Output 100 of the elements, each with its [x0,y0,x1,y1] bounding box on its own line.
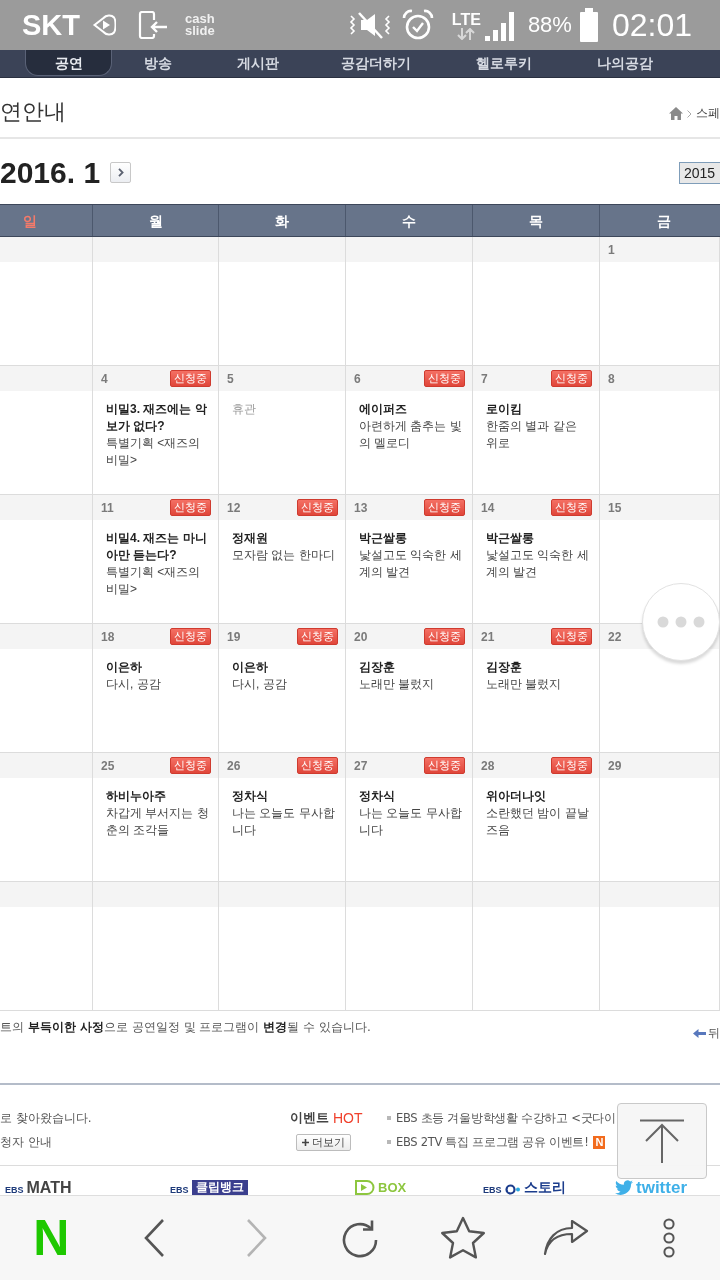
status-tag: 신청중 [424,499,465,516]
performance-subtitle: 한줌의 별과 같은 위로 [486,418,578,452]
battery-percent: 88% [527,12,572,38]
nav-tab[interactable]: 게시판 [204,50,312,76]
performance-title[interactable]: 김장훈 [486,659,591,676]
date-number: 15 [608,500,622,515]
weekday-label: 화 [275,211,289,230]
weekday-label: 목 [529,211,543,230]
status-tag: 신청중 [170,370,211,387]
status-tag: 신청중 [424,628,465,645]
performance-title[interactable]: 정차식 [232,788,337,805]
star-icon [439,1216,486,1260]
date-number: 25 [101,758,115,773]
nav-tab[interactable]: 헬로루키 [440,50,568,76]
bullet-icon [387,1116,391,1120]
notice-link[interactable]: 로 찾아왔습니다. [0,1106,290,1130]
performance-subtitle: 모자람 없는 한마디 [232,547,336,564]
arrow-left-icon [693,1028,706,1038]
weekday-label: 수 [402,211,416,230]
share-icon [542,1220,589,1256]
bullet-icon [387,1140,391,1144]
partner-logo-link[interactable]: EBS 스토리 [483,1179,615,1195]
date-number: 1 [608,242,615,257]
performance-title[interactable]: 비밀4. 재즈는 마니아만 듣는다? [106,530,210,564]
nav-tab[interactable]: 공연 [25,50,112,76]
performance-title[interactable]: 정재원 [232,530,337,547]
performance-title[interactable]: 이은하 [232,659,337,676]
back-button[interactable] [143,1218,166,1258]
next-month-button[interactable] [110,162,132,183]
performance-subtitle: 나는 오늘도 무사합니다 [232,805,336,839]
performance-title[interactable]: 에이퍼즈 [359,401,464,418]
partner-logo-link[interactable]: EBS MATH [5,1179,170,1195]
app-label: cash slide [185,13,216,37]
date-number: 12 [227,500,241,515]
performance-title[interactable]: 이은하 [106,659,210,676]
chevron-icon [687,109,692,118]
status-tag: 신청중 [297,628,338,645]
bookmark-button[interactable] [439,1216,486,1260]
home-icon[interactable] [669,107,683,120]
date-number: 26 [227,758,241,773]
date-number: 8 [608,371,615,386]
event-link[interactable]: EBS 2TV 특집 프로그램 공유 이벤트! [396,1134,589,1150]
status-tag: 신청중 [170,757,211,774]
status-tag: 신청중 [551,370,592,387]
event-heading: 이벤트 [290,1109,329,1127]
month-title: 2016. 1 [0,155,101,190]
date-number: 27 [354,758,368,773]
carrier-name: SKT [22,8,80,42]
date-number: 20 [354,629,368,644]
status-tag: 신청중 [297,499,338,516]
date-number: 18 [101,629,115,644]
performance-title[interactable]: 비밀3. 재즈에는 악보가 없다? [106,401,210,435]
performance-subtitle: 소란했던 밤이 끝날 즈음 [486,805,590,839]
closed-note: 휴관 [232,401,257,418]
status-tag: 신청중 [424,370,465,387]
performance-title[interactable]: 로이킴 [486,401,591,418]
alarm-clock-icon [401,8,434,42]
partner-logo-link[interactable]: EBS 클립뱅크 [170,1179,355,1195]
back-link[interactable]: 뒤 [693,1025,720,1041]
performance-title[interactable]: 위아더나잇 [486,788,591,805]
performance-subtitle: 노래만 불렀지 [359,676,436,693]
date-number: 4 [101,371,108,386]
nav-tab[interactable]: 나의공감 [568,50,682,76]
performance-subtitle: 노래만 불렀지 [486,676,563,693]
performance-subtitle: 특별기획 <재즈의 비밀> [106,435,202,469]
performance-title[interactable]: 박근쌀롱 [486,530,591,547]
weekday-label: 금 [656,211,671,230]
date-number: 11 [101,500,114,515]
performance-title[interactable]: 정차식 [359,788,464,805]
nav-tab[interactable]: 방송 [112,50,204,76]
scroll-top-button[interactable] [617,1103,707,1179]
menu-button[interactable] [661,1218,676,1258]
weekday-label: 월 [148,211,163,230]
date-number: 21 [481,629,495,644]
breadcrumb-link[interactable]: 스페 [696,105,720,122]
year-select[interactable]: 2015 [679,161,720,184]
performance-subtitle: 낯설고도 익숙한 세계의 발견 [486,547,590,581]
nav-tab[interactable]: 공감더하기 [312,50,440,76]
chevron-icon [117,168,124,177]
share-button[interactable] [542,1220,589,1256]
status-tag: 신청중 [551,628,592,645]
performance-title[interactable]: 하비누아주 [106,788,210,805]
performance-subtitle: 아련하게 춤추는 빛의 멜로디 [359,418,463,452]
date-number: 22 [608,629,622,644]
reload-button[interactable] [340,1218,380,1258]
event-link[interactable]: EBS 초등 겨울방학생활 수강하고 <굿다이 [396,1110,616,1126]
performance-title[interactable]: 김장훈 [359,659,464,676]
notice-link[interactable]: 청자 안내 [0,1130,290,1154]
performance-subtitle: 다시, 공감 [106,676,162,693]
status-tag: 신청중 [170,499,211,516]
plus-icon [302,1139,309,1146]
more-button[interactable]: 더보기 [296,1134,351,1151]
battery-icon [579,8,598,42]
page-title: 연안내 [0,97,66,126]
more-vertical-icon [661,1218,676,1258]
status-tag: 신청중 [551,499,592,516]
new-badge: N [593,1135,606,1149]
forward-icon [246,1218,269,1258]
date-number: 14 [481,500,495,515]
performance-title[interactable]: 박근쌀롱 [359,530,464,547]
